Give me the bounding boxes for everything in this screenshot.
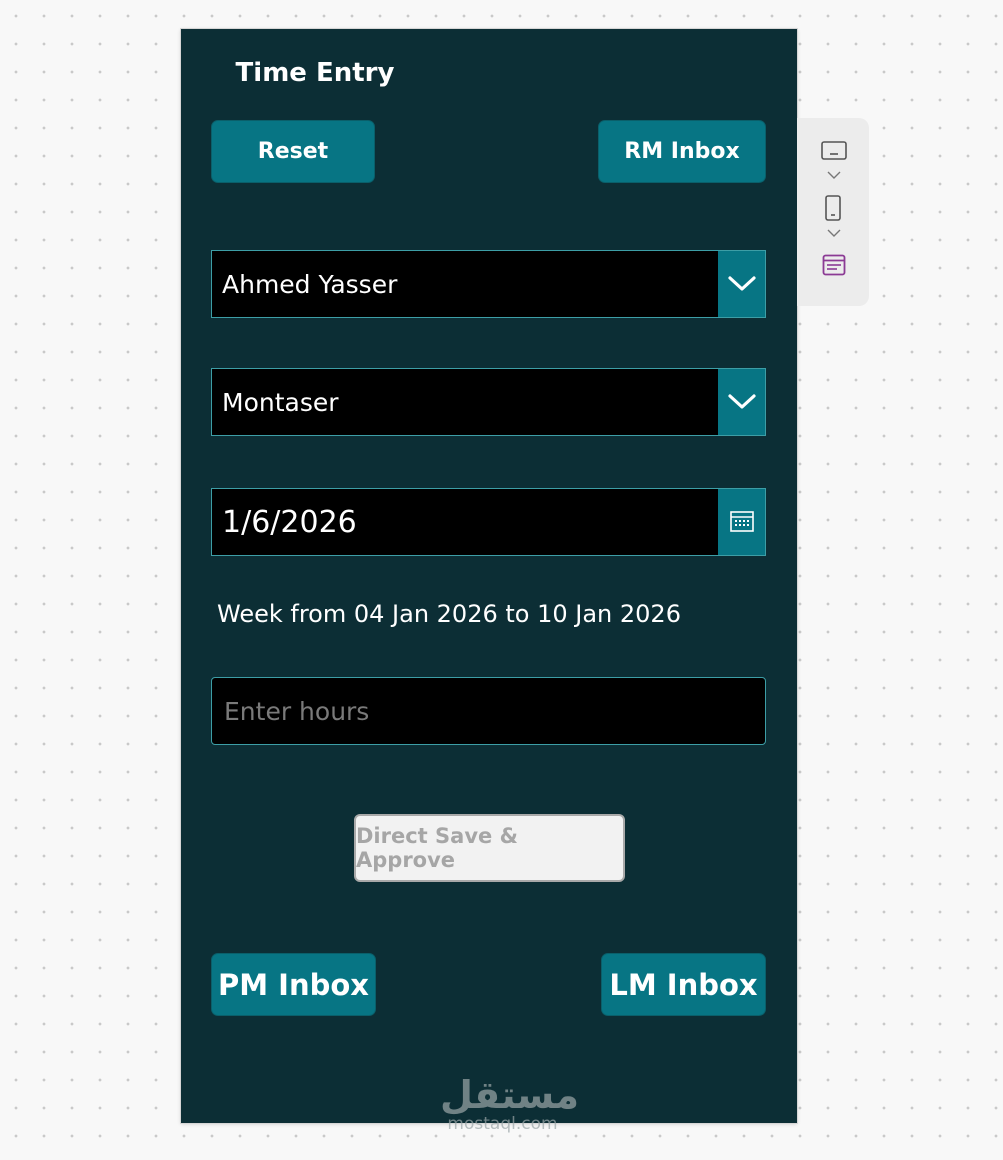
tablet-layout-icon[interactable] (821, 140, 847, 162)
direct-save-approve-button[interactable]: Direct Save & Approve (354, 814, 625, 882)
chevron-down-icon (727, 394, 756, 409)
calendar-icon (729, 511, 754, 532)
watermark: مستقل mostaql.com (440, 1073, 580, 1134)
date-picker-value: 1/6/2026 (222, 504, 357, 540)
chevron-down-icon (727, 276, 756, 291)
form-layout-icon[interactable] (822, 254, 846, 276)
watermark-arabic: مستقل (440, 1073, 580, 1117)
employee-dropdown[interactable]: Ahmed Yasser (211, 250, 766, 318)
lm-inbox-button[interactable]: LM Inbox (601, 953, 766, 1016)
chevron-down-icon[interactable] (827, 171, 841, 180)
project-dropdown-value: Montaser (222, 387, 339, 417)
project-dropdown[interactable]: Montaser (211, 368, 766, 436)
date-picker-button[interactable] (718, 489, 765, 555)
project-dropdown-toggle[interactable] (718, 369, 765, 435)
pm-inbox-button[interactable]: PM Inbox (211, 953, 376, 1016)
phone-layout-icon[interactable] (824, 195, 842, 221)
watermark-latin: mostaql.com (447, 1114, 558, 1134)
week-range-label: Week from 04 Jan 2026 to 10 Jan 2026 (217, 600, 681, 628)
date-picker[interactable]: 1/6/2026 (211, 488, 766, 556)
hours-input[interactable] (211, 677, 766, 745)
employee-dropdown-toggle[interactable] (718, 251, 765, 317)
reset-button[interactable]: Reset (211, 120, 375, 183)
layout-side-rail (797, 118, 869, 306)
employee-dropdown-value: Ahmed Yasser (222, 269, 398, 299)
rm-inbox-button[interactable]: RM Inbox (598, 120, 766, 183)
chevron-down-icon[interactable] (827, 229, 841, 238)
page-title: Time Entry (235, 58, 395, 88)
